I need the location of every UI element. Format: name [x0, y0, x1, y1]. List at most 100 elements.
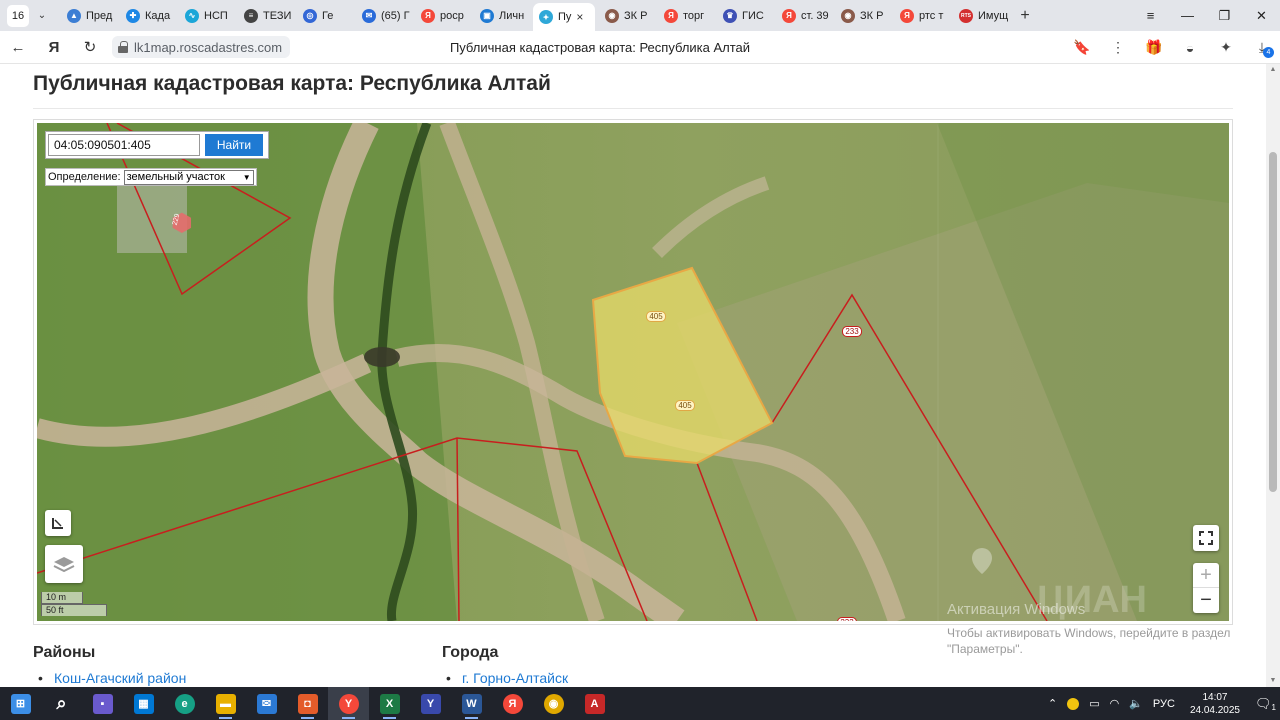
definition-select[interactable]: земельный участок ▼ [123, 169, 254, 185]
pdf-icon: A [584, 693, 605, 714]
reload-button[interactable]: ↻ [72, 31, 108, 64]
browser-tab[interactable]: ◎ Ге [297, 3, 352, 29]
scroll-up-icon[interactable]: ▲ [1269, 66, 1277, 74]
language-indicator[interactable]: РУС [1148, 687, 1180, 720]
scroll-thumb[interactable] [1269, 152, 1277, 492]
taskbar-word[interactable]: W [451, 687, 492, 720]
download-icon[interactable]: ⤓ 4 [1244, 31, 1280, 64]
taskbar-store[interactable]: ▦ [123, 687, 164, 720]
battery-icon[interactable]: ▭ [1084, 687, 1104, 720]
fullscreen-button[interactable] [1193, 525, 1219, 551]
taskbar-chrome[interactable]: ◉ [533, 687, 574, 720]
cities-title: Города [442, 644, 499, 661]
wifi-icon[interactable]: ◠ [1105, 687, 1125, 720]
volume-icon[interactable]: 🔈 [1124, 687, 1148, 720]
parcel-label[interactable]: 233 [837, 617, 857, 621]
close-tab-icon[interactable]: × [576, 10, 583, 24]
map-scale: 10 m 50 ft [41, 592, 107, 616]
chrome-icon: ◉ [543, 693, 564, 714]
browser-tab[interactable]: ✉ (65) Г [356, 3, 411, 29]
clock-time: 14:07 [1202, 691, 1228, 703]
taskbar-edge[interactable]: e [164, 687, 205, 720]
parcel-label[interactable]: 405 [675, 400, 695, 411]
layers-button[interactable] [45, 545, 83, 583]
districts-title: Районы [33, 644, 96, 661]
zoom-in-button[interactable]: + [1193, 563, 1219, 588]
close-window-button[interactable]: ✕ [1243, 0, 1280, 31]
back-button[interactable]: ← [0, 31, 36, 64]
restore-button[interactable]: ❐ [1206, 0, 1243, 31]
cadastral-map[interactable]: 405 405 233 233 229 Найти Определение: з… [37, 123, 1229, 621]
district-link[interactable]: Кош-Агачский район [38, 670, 186, 686]
clock[interactable]: 14:07 24.04.2025 [1180, 691, 1250, 717]
url-text: lk1map.roscadastres.com [134, 39, 283, 55]
chevron-down-icon[interactable]: ⌄ [29, 10, 55, 21]
app-tray-icon[interactable] [1062, 687, 1084, 720]
browser-tab[interactable]: RTS Имущ [953, 3, 1008, 29]
taskbar-yandex-y[interactable]: Y [410, 687, 451, 720]
extension-icon[interactable]: 🎁 [1136, 31, 1172, 64]
cadastral-number-input[interactable] [48, 134, 200, 156]
parcel-label[interactable]: 405 [646, 311, 666, 322]
taskbar-explorer[interactable]: ▬ [205, 687, 246, 720]
tab-favicon-icon: ▣ [480, 8, 494, 23]
browser-tab[interactable]: Яст. 39 [776, 3, 831, 29]
tab-favicon-icon: ✦ [539, 10, 553, 24]
minimize-button[interactable]: — [1169, 0, 1206, 31]
page-scrollbar[interactable]: ▲ ▼ [1266, 64, 1280, 687]
browser-tab[interactable]: Яртс т [894, 3, 949, 29]
taskbar-mail[interactable]: ✉ [246, 687, 287, 720]
search-button[interactable]: Найти [205, 134, 263, 156]
excel-icon: X [379, 693, 400, 714]
browser-tab[interactable]: ✚ Када [120, 3, 175, 29]
taskbar-yandex-browser[interactable]: Y [328, 687, 369, 720]
parcel-label[interactable]: 233 [842, 326, 862, 337]
browser-tab[interactable]: Яроср [415, 3, 470, 29]
browser-tab[interactable]: ◉ ЗК Р [835, 3, 890, 29]
tab-favicon-icon: ◉ [841, 8, 855, 23]
satellite-imagery [37, 123, 1229, 621]
taskbar-save-app[interactable]: ▪ [82, 687, 123, 720]
browser-tab[interactable]: ≡ ТЕЗИ [238, 3, 293, 29]
taskbar-pdf[interactable]: A [574, 687, 615, 720]
tab-favicon-icon: ♛ [723, 8, 737, 23]
hat-icon[interactable]: ◒ [1172, 31, 1208, 64]
puzzle-icon[interactable]: ✦ [1208, 31, 1244, 64]
more-icon[interactable]: ⋮ [1100, 31, 1136, 64]
browser-tab[interactable]: ◉ ЗК Р [599, 3, 654, 29]
tab-favicon-icon: ◉ [605, 8, 619, 23]
taskbar-excel[interactable]: X [369, 687, 410, 720]
browser-tab[interactable]: ♛ ГИС [717, 3, 772, 29]
measure-button[interactable] [45, 510, 71, 536]
menu-icon[interactable]: ≡ [1132, 0, 1169, 31]
definition-selected: земельный участок [126, 171, 225, 183]
taskbar-photo-app[interactable]: ◘ [287, 687, 328, 720]
lock-icon [118, 41, 128, 53]
taskbar-windows-start[interactable]: ⊞ [0, 687, 41, 720]
layers-icon [53, 557, 75, 573]
web-page: Публичная кадастровая карта: Республика … [0, 64, 1266, 687]
browser-tab[interactable]: Яторг [658, 3, 713, 29]
scroll-down-icon[interactable]: ▼ [1269, 677, 1277, 685]
tab-label: Ге [322, 9, 334, 22]
window-controls: ≡ — ❐ ✕ [1132, 0, 1280, 31]
taskbar-search[interactable]: ⌕ [41, 687, 82, 720]
browser-tab[interactable]: ▣ Личн [474, 3, 529, 29]
url-field[interactable]: lk1map.roscadastres.com [112, 36, 291, 58]
yandex-icon[interactable]: Я [36, 31, 72, 64]
scale-metric: 10 m [41, 592, 83, 604]
fullscreen-icon [1199, 531, 1213, 545]
city-link[interactable]: г. Горно-Алтайск [446, 670, 568, 686]
taskbar-yandex[interactable]: Я [492, 687, 533, 720]
notifications-icon[interactable]: 🗨 1 [1250, 687, 1280, 720]
chevron-up-icon[interactable]: ⌃ [1043, 687, 1062, 720]
activation-text: Чтобы активировать Windows, перейдите в … [947, 626, 1231, 656]
browser-tab[interactable]: ▲ Пред [61, 3, 116, 29]
browser-tab[interactable]: ✦ Пу × [533, 3, 595, 31]
tab-count-button[interactable]: 16 [7, 4, 29, 27]
bookmark-icon[interactable]: 🔖 [1064, 31, 1100, 64]
new-tab-button[interactable]: + [1014, 7, 1036, 25]
tab-favicon-icon: Я [782, 8, 796, 23]
tab-label: торг [683, 9, 705, 22]
browser-tab[interactable]: ∿ НСП [179, 3, 234, 29]
